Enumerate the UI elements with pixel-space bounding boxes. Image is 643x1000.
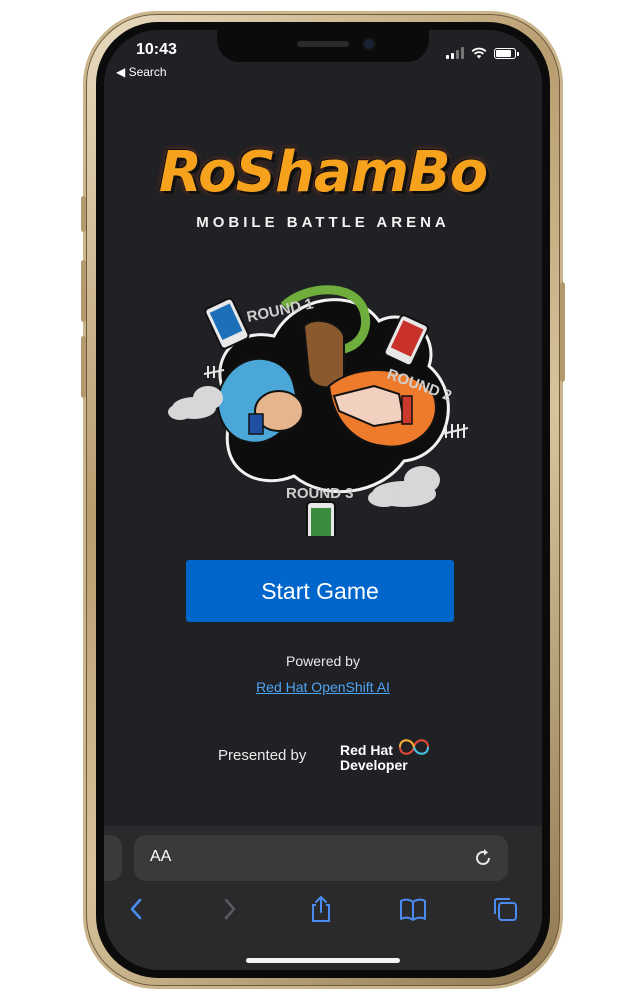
volume-up-button (81, 260, 86, 322)
mute-switch (81, 196, 86, 232)
back-to-search-link[interactable]: ◀ Search (116, 65, 167, 79)
speaker (297, 41, 349, 47)
bookmarks-icon[interactable] (398, 894, 428, 924)
round-3-label: ROUND 3 (286, 485, 354, 502)
power-button (560, 282, 565, 382)
back-arrow-icon[interactable] (122, 894, 152, 924)
logo-subtitle: MOBILE BATTLE ARENA (196, 214, 450, 231)
notch (217, 30, 429, 62)
infinity-loop-icon (398, 739, 430, 755)
reload-icon[interactable] (472, 847, 494, 869)
wifi-icon (471, 47, 487, 59)
powered-by-label: Powered by (286, 653, 360, 669)
browser-toolbar (104, 894, 542, 934)
scissors-wristband (401, 395, 413, 425)
status-icons (446, 46, 519, 60)
tally-marks-left (203, 366, 225, 378)
screen: 10:43 ◀ Search RoShamBo MOBILE BATTLE AR… (104, 30, 542, 970)
volume-down-button (81, 336, 86, 398)
home-indicator[interactable] (246, 958, 400, 963)
tabs-icon[interactable] (490, 894, 520, 924)
share-icon[interactable] (306, 894, 336, 924)
cellular-signal-icon (446, 47, 464, 59)
status-time: 10:43 (136, 41, 177, 58)
address-bar[interactable]: AA (134, 835, 508, 881)
battle-artwork: ROUND 1 ROUND 2 ROUND 3 (168, 285, 469, 536)
tally-marks-right (441, 424, 469, 438)
battery-icon (494, 47, 519, 59)
forward-arrow-icon[interactable] (214, 894, 244, 924)
fist-wristband (248, 413, 264, 435)
previous-tab-preview[interactable] (104, 835, 122, 881)
openshift-ai-link[interactable]: Red Hat OpenShift AI (104, 679, 542, 695)
paper-hand (302, 319, 345, 389)
browser-bar: AA (104, 826, 542, 970)
cloud-left (168, 386, 223, 420)
rh-logo-line1: Red Hat (340, 742, 393, 758)
rh-logo-line2: Developer (340, 757, 408, 773)
red-hat-developer-logo[interactable]: Red Hat Developer (340, 736, 436, 776)
camera (364, 39, 374, 49)
app-logo: RoShamBo (130, 140, 516, 210)
start-game-button[interactable]: Start Game (186, 560, 454, 622)
phone-icon-round3 (306, 501, 336, 536)
logo-title: RoShamBo (158, 140, 488, 205)
text-size-button[interactable]: AA (150, 848, 171, 866)
presented-by-label: Presented by (218, 747, 307, 764)
